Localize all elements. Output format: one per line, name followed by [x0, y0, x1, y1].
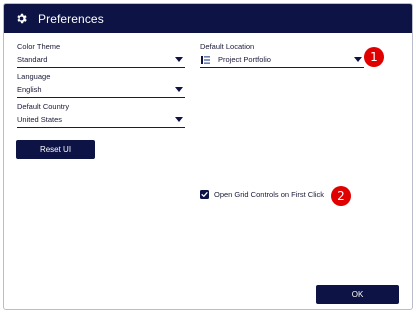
- chevron-down-icon[interactable]: [175, 87, 183, 92]
- default-country-field: Default Country United States: [17, 102, 185, 128]
- callout-badge-2: 2: [331, 186, 351, 206]
- color-theme-value: Standard: [17, 55, 48, 64]
- chevron-down-icon[interactable]: [175, 57, 183, 62]
- dialog-title: Preferences: [38, 11, 104, 26]
- color-theme-select[interactable]: Standard: [17, 52, 185, 68]
- portfolio-icon: [201, 55, 210, 64]
- open-grid-controls-label: Open Grid Controls on First Click: [214, 190, 325, 199]
- open-grid-controls-checkbox[interactable]: [200, 190, 209, 199]
- language-value: English: [17, 85, 42, 94]
- default-location-select[interactable]: Project Portfolio: [200, 52, 364, 68]
- gear-icon: [15, 12, 28, 25]
- default-country-value: United States: [17, 115, 63, 124]
- open-grid-controls-option[interactable]: Open Grid Controls on First Click: [200, 190, 324, 199]
- default-location-label: Default Location: [200, 42, 255, 51]
- chevron-down-icon[interactable]: [175, 117, 183, 122]
- language-label: Language: [17, 72, 51, 81]
- color-theme-field: Color Theme Standard: [17, 42, 185, 68]
- default-location-value: Project Portfolio: [218, 55, 271, 64]
- dialog-titlebar: Preferences: [4, 4, 412, 33]
- callout-badge-1: 1: [364, 47, 384, 67]
- preferences-dialog: Preferences Color Theme Standard Languag…: [3, 3, 413, 310]
- reset-ui-button[interactable]: Reset UI: [16, 140, 95, 159]
- language-select[interactable]: English: [17, 82, 185, 98]
- default-country-label: Default Country: [17, 102, 70, 111]
- chevron-down-icon[interactable]: [354, 57, 362, 62]
- default-country-select[interactable]: United States: [17, 112, 185, 128]
- language-field: Language English: [17, 72, 185, 98]
- default-location-field: Default Location Project Portfolio: [200, 42, 364, 68]
- ok-button[interactable]: OK: [316, 285, 399, 304]
- color-theme-label: Color Theme: [17, 42, 61, 51]
